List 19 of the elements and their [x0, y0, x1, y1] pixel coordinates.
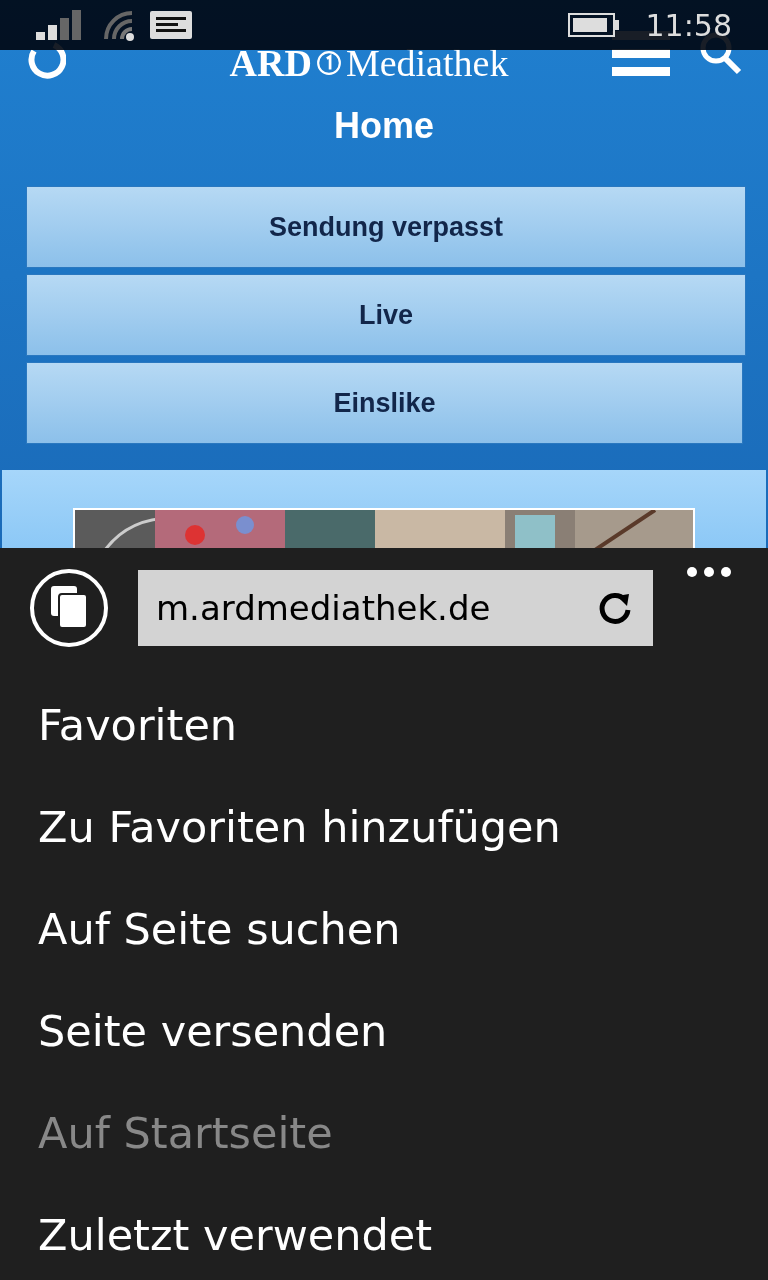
menu-item[interactable]: Favoriten [38, 674, 768, 776]
nav-button[interactable]: Einslike [26, 362, 743, 444]
address-field[interactable]: m.ardmediathek.de [138, 570, 653, 646]
wifi-icon [102, 9, 134, 41]
nav-button[interactable]: Sendung verpasst [26, 186, 746, 268]
logo-text: ARD [229, 43, 312, 83]
page-title: Home [334, 104, 434, 148]
battery-icon [567, 13, 620, 37]
menu-item[interactable]: Auf Seite suchen [38, 878, 768, 980]
tabs-icon[interactable] [29, 568, 109, 648]
logo-text: Mediathek [345, 43, 509, 83]
clock-time: 11:58 [645, 7, 732, 43]
more-icon[interactable] [686, 566, 732, 578]
menu-item[interactable]: Seite versenden [38, 980, 768, 1082]
circle-one-icon [315, 50, 342, 76]
message-icon [150, 11, 192, 39]
menu-item[interactable]: Zuletzt verwendet [38, 1184, 768, 1280]
nav-button[interactable]: Live [26, 274, 746, 356]
menu-item[interactable]: Zu Favoriten hinzufügen [38, 776, 768, 878]
